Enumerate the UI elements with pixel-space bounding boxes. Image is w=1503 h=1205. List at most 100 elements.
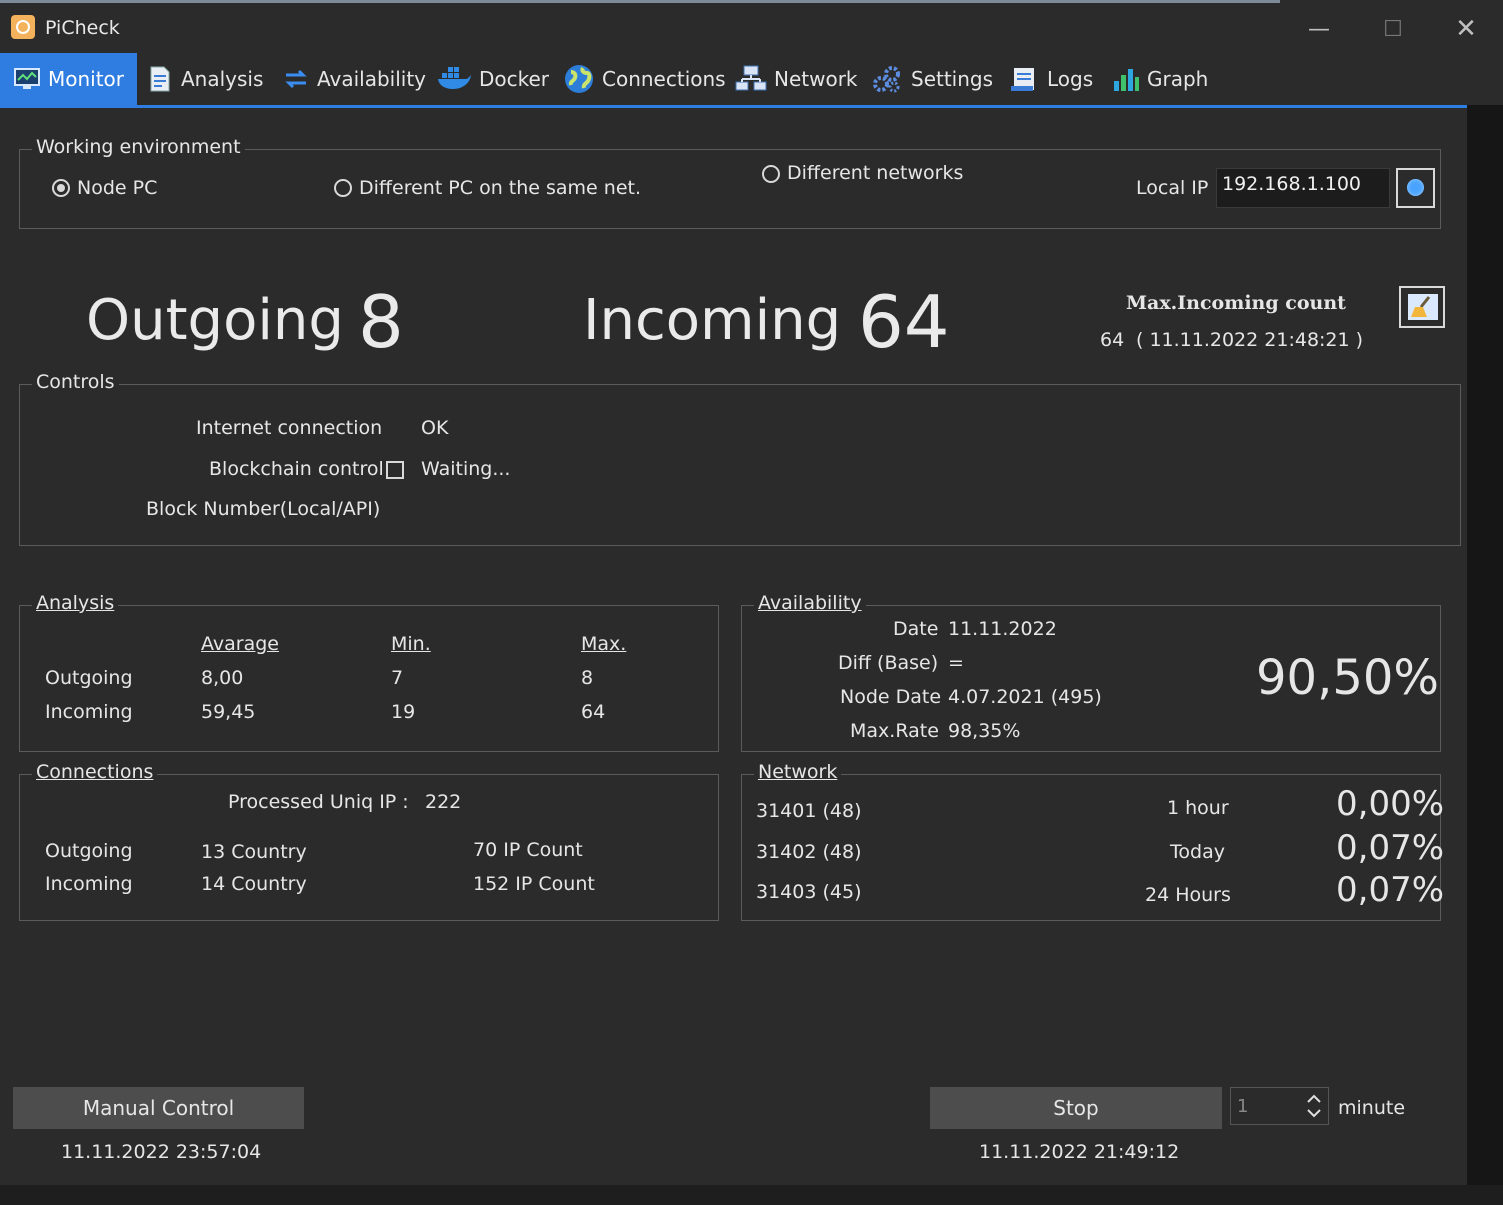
tab-logs[interactable]: Logs xyxy=(1008,53,1093,105)
column-header: Max. xyxy=(581,633,627,655)
clear-max-button[interactable] xyxy=(1399,286,1445,328)
tab-label: Monitor xyxy=(47,67,125,91)
blockchain-control-status: Waiting... xyxy=(421,458,511,480)
row-label: Incoming xyxy=(45,701,133,723)
diff-value: = xyxy=(948,652,964,674)
tab-connections[interactable]: Connections xyxy=(563,53,726,105)
docker-whale-icon xyxy=(436,65,472,93)
stop-button[interactable]: Stop xyxy=(930,1087,1222,1129)
tab-graph[interactable]: Graph xyxy=(1112,53,1208,105)
row-label: Outgoing xyxy=(45,667,133,689)
date-label: Date xyxy=(893,618,939,640)
internet-connection-status: OK xyxy=(421,417,449,439)
max-rate-value: 98,35% xyxy=(948,720,1021,742)
monitor-icon xyxy=(13,65,41,93)
tab-network[interactable]: Network xyxy=(735,53,858,105)
period-rate: 0,00% xyxy=(1336,784,1445,824)
processed-ip-value: 222 xyxy=(425,791,462,813)
tab-analysis[interactable]: Analysis xyxy=(146,53,263,105)
block-number-label: Block Number(Local/API) xyxy=(146,498,381,520)
globe-icon xyxy=(563,63,595,95)
node-date-value: 4.07.2021 (495) xyxy=(948,686,1102,708)
internet-connection-label: Internet connection xyxy=(196,417,383,439)
window-title: PiCheck xyxy=(45,17,120,39)
port-item: 31402 (48) xyxy=(756,841,862,863)
tab-monitor[interactable]: Monitor xyxy=(0,53,137,105)
blue-dot-icon xyxy=(1407,179,1424,196)
group-legend: Controls xyxy=(32,371,119,393)
bar-graph-icon xyxy=(1112,65,1140,93)
minimize-button[interactable]: — xyxy=(1299,13,1339,45)
max-rate-label: Max.Rate xyxy=(850,720,939,742)
incoming-count: 64 xyxy=(858,280,950,364)
tab-label: Logs xyxy=(1047,67,1094,91)
outgoing-average: 8,00 xyxy=(201,667,244,689)
column-header: Min. xyxy=(391,633,431,655)
max-incoming-value: 64 xyxy=(1100,329,1125,351)
blockchain-control-checkbox[interactable] xyxy=(386,461,404,479)
broom-icon xyxy=(1407,293,1439,325)
incoming-min: 19 xyxy=(391,701,416,723)
tab-bar: Monitor Analysis Availability Docker Con… xyxy=(0,53,1467,108)
incoming-average: 59,45 xyxy=(201,701,256,723)
radio-label: Different networks xyxy=(787,162,964,184)
period-rate: 0,07% xyxy=(1336,828,1445,868)
maximize-button[interactable]: ☐ xyxy=(1373,13,1413,45)
window-border xyxy=(0,1185,1503,1205)
tab-label: Availability xyxy=(317,67,427,91)
outgoing-count: 8 xyxy=(358,280,404,364)
stepper-arrows-icon[interactable] xyxy=(1305,1090,1323,1126)
period-rate: 0,07% xyxy=(1336,870,1445,910)
outgoing-label: Outgoing xyxy=(86,288,344,353)
outgoing-country: 13 Country xyxy=(201,841,307,863)
period-label: 1 hour xyxy=(1167,797,1229,819)
tab-label: Analysis xyxy=(181,67,264,91)
connections-link[interactable]: Connections xyxy=(32,761,158,783)
close-button[interactable]: ✕ xyxy=(1446,13,1486,45)
outgoing-min: 7 xyxy=(391,667,404,689)
period-label: 24 Hours xyxy=(1145,884,1231,906)
manual-control-button[interactable]: Manual Control xyxy=(13,1087,304,1129)
interval-unit: minute xyxy=(1338,1097,1406,1119)
incoming-country: 14 Country xyxy=(201,873,307,895)
log-sheet-icon xyxy=(1008,65,1040,93)
row-label: Incoming xyxy=(45,873,133,895)
date-value: 11.11.2022 xyxy=(948,618,1057,640)
port-item: 31403 (45) xyxy=(756,881,862,903)
interval-stepper[interactable]: 1 xyxy=(1230,1087,1329,1125)
availability-rate: 90,50% xyxy=(1256,650,1440,706)
stop-time: 11.11.2022 21:49:12 xyxy=(979,1141,1180,1163)
diff-label: Diff (Base) xyxy=(838,652,939,674)
tab-label: Connections xyxy=(602,67,726,91)
refresh-ip-button[interactable] xyxy=(1396,168,1435,208)
radio-label: Different PC on the same net. xyxy=(359,177,641,199)
network-icon xyxy=(735,65,767,93)
analysis-link[interactable]: Analysis xyxy=(32,592,119,614)
column-header: Avarage xyxy=(201,633,279,655)
incoming-max: 64 xyxy=(581,701,606,723)
row-label: Outgoing xyxy=(45,840,133,862)
processed-ip-label: Processed Uniq IP : xyxy=(228,791,409,813)
incoming-ip-count: 152 IP Count xyxy=(473,873,595,895)
incoming-label: Incoming xyxy=(583,288,842,353)
local-ip-field[interactable]: 192.168.1.100 xyxy=(1216,168,1390,208)
tab-label: Docker xyxy=(479,67,550,91)
gears-icon xyxy=(872,65,904,93)
interval-value: 1 xyxy=(1237,1096,1249,1117)
tab-docker[interactable]: Docker xyxy=(436,53,549,105)
node-date-label: Node Date xyxy=(840,686,942,708)
availability-link[interactable]: Availability xyxy=(754,592,866,614)
window-border xyxy=(1467,105,1503,1205)
blockchain-control-label: Blockchain control xyxy=(209,458,384,480)
tab-label: Graph xyxy=(1147,67,1209,91)
different-networks-radio[interactable] xyxy=(762,165,780,183)
tab-settings[interactable]: Settings xyxy=(872,53,993,105)
title-bar: PiCheck — ☐ ✕ xyxy=(0,3,1503,53)
node-pc-radio[interactable] xyxy=(52,179,70,197)
network-link[interactable]: Network xyxy=(754,761,842,783)
outgoing-max: 8 xyxy=(581,667,594,689)
same-net-radio[interactable] xyxy=(334,179,352,197)
local-ip-label: Local IP xyxy=(1136,177,1209,199)
app-logo-icon xyxy=(11,15,35,39)
tab-availability[interactable]: Availability xyxy=(282,53,426,105)
